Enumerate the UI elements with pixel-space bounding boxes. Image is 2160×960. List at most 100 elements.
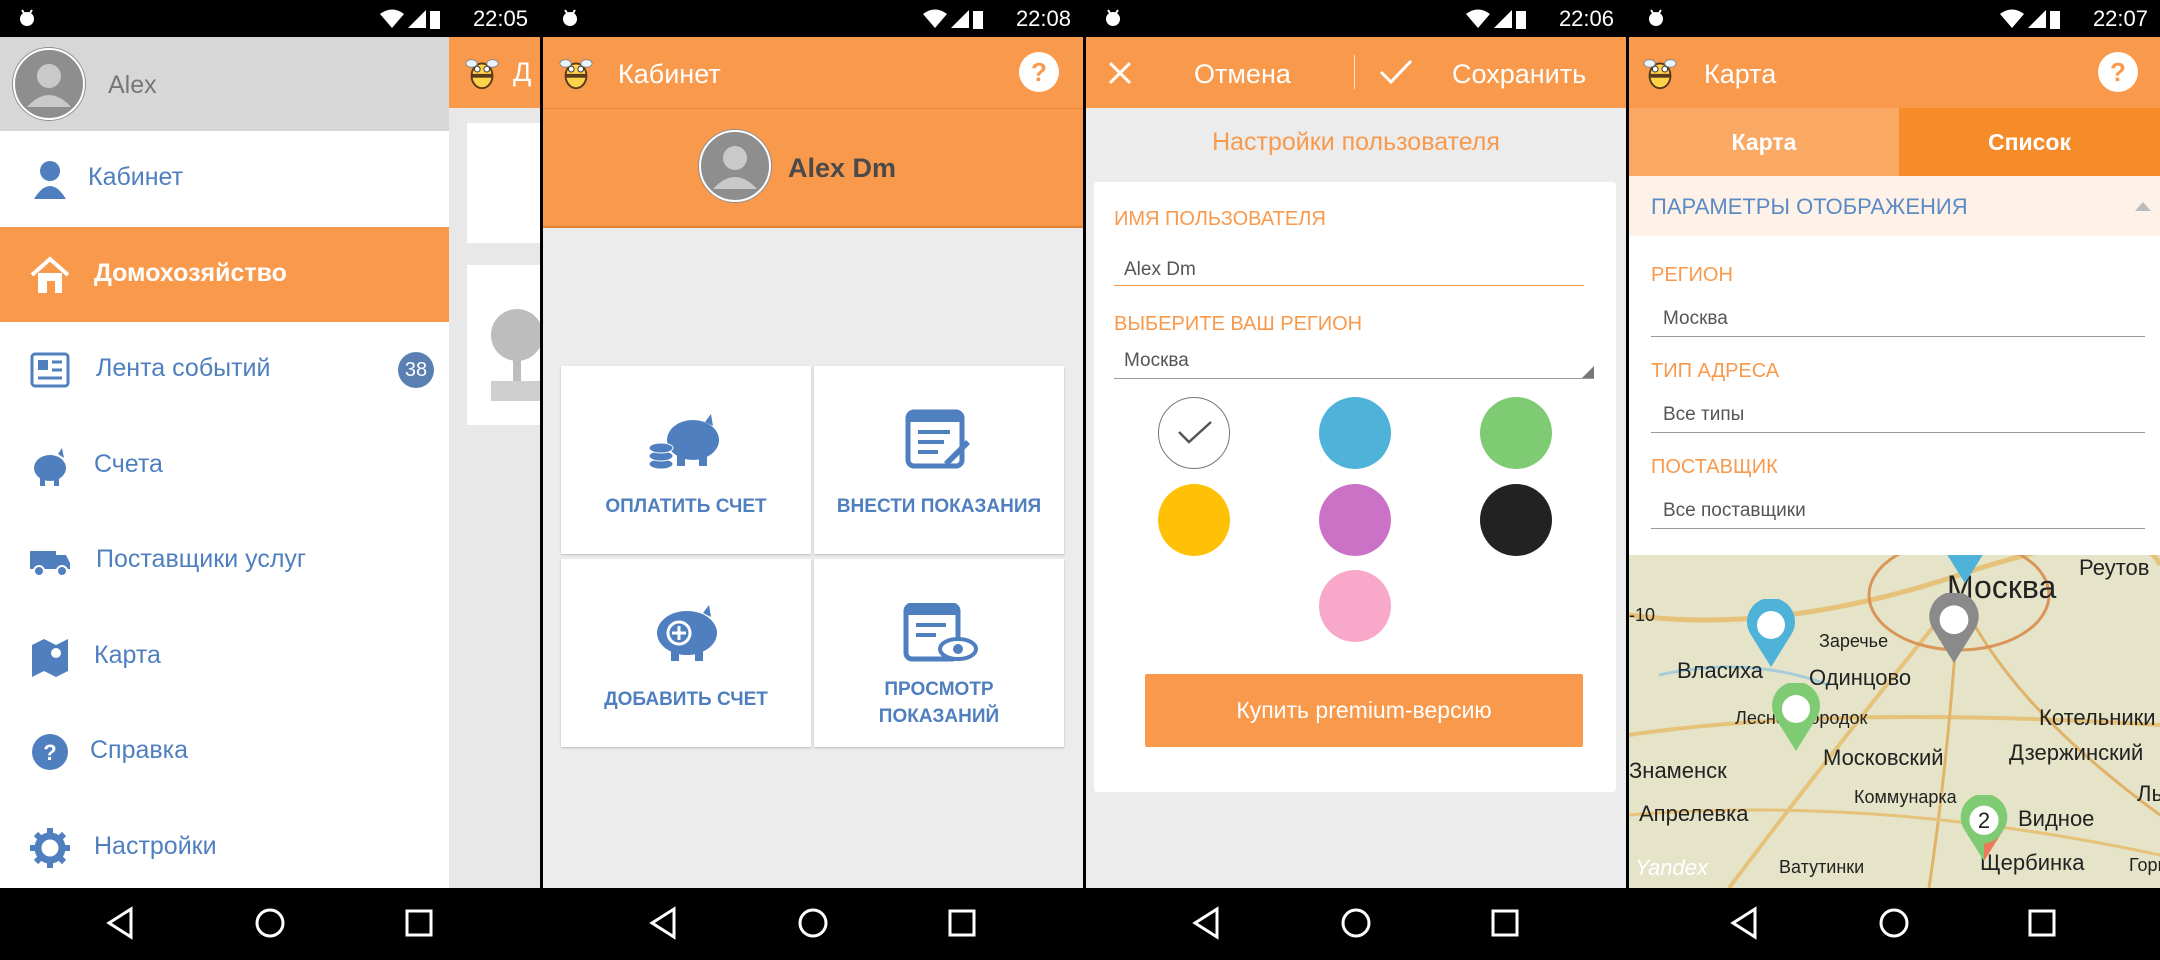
newspaper-icon [30, 352, 70, 388]
color-swatch-blue[interactable] [1319, 397, 1391, 469]
collapse-arrow-icon[interactable] [2134, 200, 2152, 212]
help-button[interactable]: ? [1019, 52, 1059, 92]
status-time: 22:06 [1558, 6, 1614, 31]
select-underline [1651, 432, 2145, 433]
status-bar: 22:07 [1629, 0, 2160, 37]
map-label: Заречье [1819, 631, 1889, 651]
tile-view-readings[interactable]: ПРОСМОТР ПОКАЗАНИЙ [814, 559, 1064, 747]
action-bar: Карта ? [1629, 37, 2160, 108]
map-pin-gray-icon[interactable] [1926, 593, 1982, 665]
tab-map[interactable]: Карта [1629, 108, 1899, 176]
system-nav-bar [543, 888, 1083, 960]
help-icon: ? [32, 734, 68, 770]
background-card [467, 123, 540, 243]
region-select[interactable]: Москва [1663, 308, 1728, 330]
tile-pay-bill[interactable]: ОПЛАТИТЬ СЧЕТ [561, 366, 811, 554]
gear-icon [30, 827, 70, 868]
recents-icon[interactable] [404, 906, 434, 940]
recents-icon[interactable] [2027, 906, 2057, 940]
map-pin-green-icon[interactable] [1770, 683, 1822, 753]
drawer-item-label: Домохозяйство [94, 258, 287, 287]
help-button[interactable]: ? [2098, 52, 2138, 92]
android-debug-icon [563, 9, 577, 26]
profile-header: Alex Dm [543, 108, 1083, 228]
screen-user-settings: Отмена Сохранить Настройки пользователя … [1086, 0, 1626, 960]
address-type-select[interactable]: Все типы [1663, 404, 1744, 426]
tile-label: ДОБАВИТЬ СЧЕТ [604, 689, 768, 710]
map-icon [32, 638, 68, 677]
map-label: Апрелевка [1639, 801, 1749, 826]
tab-list[interactable]: Список [1899, 108, 2160, 176]
count-badge: 38 [398, 352, 434, 388]
map-label: Одинцово [1809, 665, 1912, 690]
drawer-item[interactable]: Кабинет [0, 131, 449, 227]
map-label: Видное [2018, 806, 2095, 831]
save-button[interactable]: Сохранить [1452, 59, 1586, 90]
color-swatch-purple[interactable] [1319, 484, 1391, 556]
back-icon[interactable] [648, 906, 678, 940]
provider-select[interactable]: Все поставщики [1663, 500, 1806, 522]
back-icon[interactable] [1191, 906, 1221, 940]
android-debug-icon [1106, 9, 1120, 26]
drawer-item-label: Справка [90, 736, 189, 764]
region-select[interactable]: Москва [1124, 350, 1189, 372]
back-icon[interactable] [1729, 906, 1759, 940]
bee-logo-icon[interactable] [557, 53, 595, 91]
home-icon[interactable] [1339, 906, 1373, 940]
home-icon[interactable] [1877, 906, 1911, 940]
tile-label: ОПЛАТИТЬ СЧЕТ [605, 496, 767, 517]
color-swatch-green[interactable] [1480, 397, 1552, 469]
drawer-item[interactable]: Домохозяйство [0, 226, 449, 322]
color-swatch-white[interactable] [1158, 397, 1230, 469]
back-icon[interactable] [105, 906, 135, 940]
check-icon [1178, 421, 1212, 444]
tile-add-bill[interactable]: ДОБАВИТЬ СЧЕТ [561, 559, 811, 747]
map-pin-blue-icon[interactable] [1939, 555, 1991, 585]
provider-label: ПОСТАВЩИК [1651, 456, 1778, 478]
drawer-item[interactable]: ? Справка [0, 704, 449, 800]
person-icon [34, 161, 66, 199]
drawer-item[interactable]: Карта [0, 609, 449, 705]
checkmark-icon[interactable] [1378, 57, 1414, 87]
select-underline [1651, 336, 2145, 337]
close-icon[interactable] [1106, 59, 1134, 87]
username-input[interactable]: Alex Dm [1124, 259, 1196, 281]
buy-premium-button[interactable]: Купить premium-версию [1145, 674, 1583, 747]
avatar[interactable] [698, 129, 772, 203]
background-app: Д [449, 37, 540, 888]
region-label: РЕГИОН [1651, 264, 1733, 286]
recents-icon[interactable] [1490, 906, 1520, 940]
color-swatch-yellow[interactable] [1158, 484, 1230, 556]
system-nav-bar [1629, 888, 2160, 960]
bee-logo-icon[interactable] [1641, 53, 1679, 91]
bee-logo-icon [465, 59, 499, 90]
tile-enter-readings[interactable]: ВНЕСТИ ПОКАЗАНИЯ [814, 366, 1064, 554]
status-bar: 22:06 [1086, 0, 1626, 37]
home-icon[interactable] [253, 906, 287, 940]
drawer-item[interactable]: Счета [0, 418, 449, 514]
map-view[interactable]: Реутов Москва Власиха Заречье Одинцово Л… [1629, 555, 2160, 888]
map-label: Горк [2129, 855, 2160, 875]
page-title: Кабинет [618, 59, 721, 89]
action-bar: Отмена Сохранить [1086, 37, 1626, 108]
map-cluster[interactable]: 2 [1957, 793, 2011, 863]
map-label: Реутов [2079, 555, 2150, 580]
drawer-item[interactable]: Лента событий 38 [0, 322, 449, 418]
svg-text:?: ? [43, 740, 56, 765]
cancel-button[interactable]: Отмена [1194, 59, 1291, 90]
display-settings-section[interactable]: ПАРАМЕТРЫ ОТОБРАЖЕНИЯ [1629, 176, 2160, 236]
cluster-count: 2 [1977, 808, 1991, 833]
color-swatch-pink[interactable] [1319, 570, 1391, 642]
drawer-item[interactable]: Настройки [0, 800, 449, 896]
recents-icon[interactable] [947, 906, 977, 940]
color-swatch-black[interactable] [1480, 484, 1552, 556]
document-view-icon [903, 603, 978, 662]
map-label: Ватутинки [1779, 857, 1865, 877]
drawer-item[interactable]: Поставщики услуг [0, 513, 449, 609]
map-pin-blue-icon[interactable] [1745, 599, 1797, 669]
background-title: Д [513, 57, 532, 87]
drawer-header[interactable]: Alex [0, 37, 449, 131]
system-nav-bar [0, 888, 540, 960]
home-icon[interactable] [796, 906, 830, 940]
signal-status-icons [923, 9, 983, 29]
